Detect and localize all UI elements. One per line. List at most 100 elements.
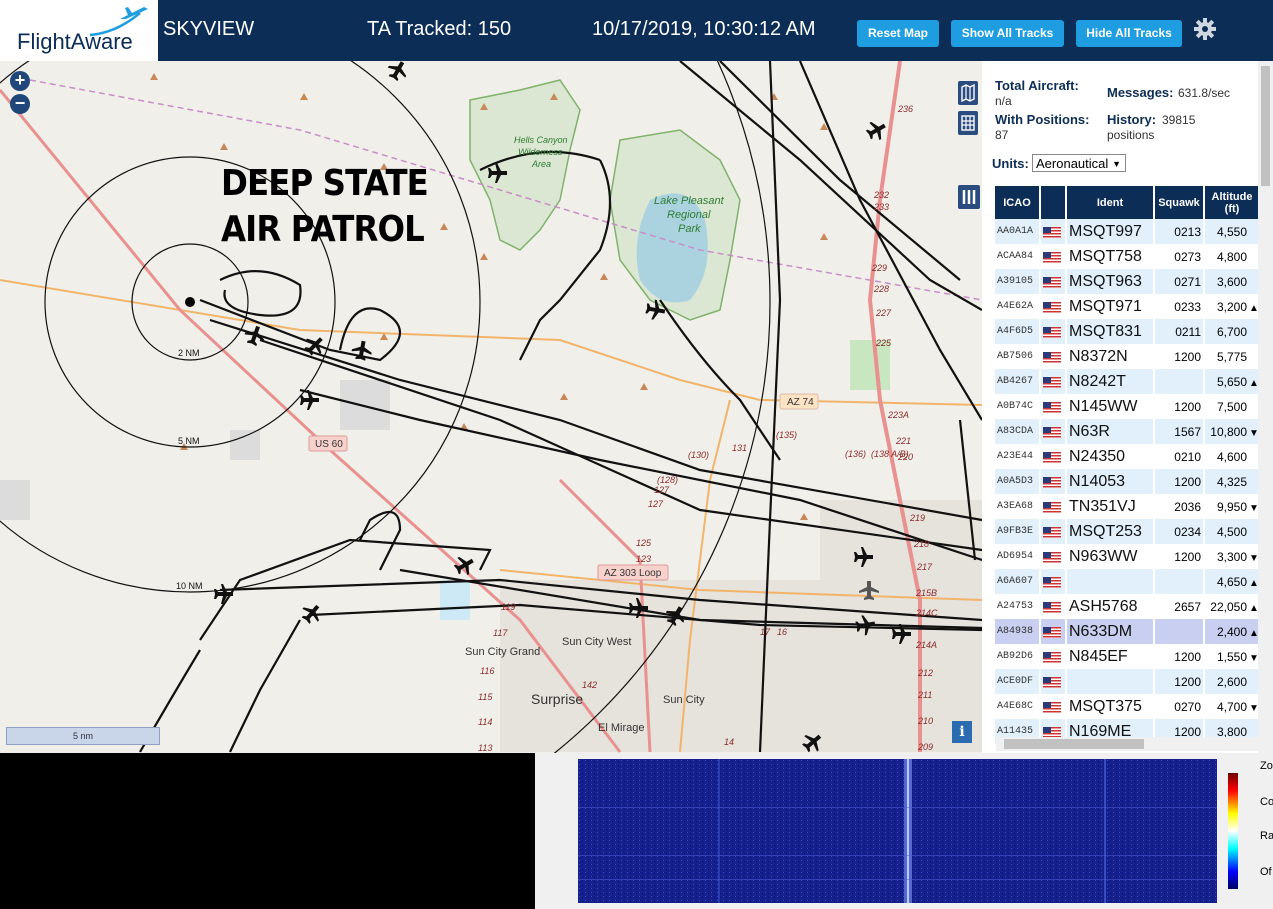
hide-all-tracks-button[interactable]: Hide All Tracks: [1076, 20, 1182, 47]
svg-text:AZ 74: AZ 74: [787, 397, 814, 408]
waterfall-color-scale: [1228, 773, 1238, 889]
cell-icao: AA0A1A: [995, 219, 1039, 244]
svg-text:Wilderness: Wilderness: [518, 147, 563, 157]
cell-squawk: [1155, 619, 1203, 644]
altitude-value: 4,600: [1216, 449, 1247, 464]
cell-ident: MSQT831: [1067, 319, 1153, 344]
scrollbar-thumb[interactable]: [1261, 66, 1270, 186]
us-flag-icon: [1043, 376, 1061, 388]
table-row[interactable]: AB4267 N8242T 5,650 ▲: [995, 369, 1259, 394]
svg-text:Sun City Grand: Sun City Grand: [465, 646, 540, 658]
cell-altitude: 3,600: [1205, 269, 1259, 294]
us-flag-icon: [1043, 401, 1061, 413]
table-row[interactable]: A4E68C MSQT375 0270 4,700 ▼: [995, 694, 1259, 719]
altitude-trend-icon: ▼: [1249, 502, 1259, 514]
cell-ident: N8242T: [1067, 369, 1153, 394]
chevron-down-icon: ▼: [1112, 159, 1121, 169]
svg-text:125: 125: [636, 538, 652, 548]
altitude-value: 5,775: [1216, 349, 1247, 364]
vertical-scrollbar[interactable]: [1258, 61, 1273, 753]
reset-map-button[interactable]: Reset Map: [857, 20, 939, 47]
table-row[interactable]: A39105 MSQT963 0271 3,600: [995, 269, 1259, 294]
cell-squawk: 0213: [1155, 219, 1203, 244]
svg-text:(138 A/B): (138 A/B): [871, 449, 909, 459]
svg-text:227: 227: [875, 308, 892, 318]
table-row[interactable]: A4E62A MSQT971 0233 3,200 ▲: [995, 294, 1259, 319]
altitude-value: 6,700: [1216, 324, 1247, 339]
cell-icao: A4F6D5: [995, 319, 1039, 344]
waterfall-display[interactable]: [578, 759, 1217, 903]
cell-altitude: 2,400 ▲: [1205, 619, 1259, 644]
table-row[interactable]: A0A5D3 N14053 1200 4,325: [995, 469, 1259, 494]
show-all-tracks-button[interactable]: Show All Tracks: [951, 20, 1064, 47]
col-header-ident[interactable]: Ident: [1067, 186, 1153, 219]
history-value: 39815: [1162, 113, 1196, 127]
altitude-trend-icon: ▼: [1249, 427, 1259, 439]
altitude-value: 4,500: [1216, 524, 1247, 539]
col-header-icao[interactable]: ICAO: [995, 186, 1039, 219]
table-row[interactable]: ACE0DF 1200 2,600: [995, 669, 1259, 694]
table-row[interactable]: A4F6D5 MSQT831 0211 6,700: [995, 319, 1259, 344]
cell-icao: A4E62A: [995, 294, 1039, 319]
units-label: Units:: [992, 156, 1029, 171]
svg-text:233: 233: [873, 202, 889, 212]
map-view[interactable]: 2 NM 5 NM 10 NM Hells Canyon Wilderness …: [0, 61, 982, 753]
table-row[interactable]: ACAA84 MSQT758 0273 4,800: [995, 244, 1259, 269]
cell-altitude: 2,600: [1205, 669, 1259, 694]
svg-text:119: 119: [501, 602, 515, 612]
cell-squawk: 2036: [1155, 494, 1203, 519]
zoom-out-button[interactable]: −: [10, 94, 30, 114]
cell-squawk: 0211: [1155, 319, 1203, 344]
table-row[interactable]: A23E44 N24350 0210 4,600: [995, 444, 1259, 469]
horizontal-scrollbar[interactable]: [996, 737, 1258, 751]
svg-text:232: 232: [873, 190, 889, 200]
table-row[interactable]: AA0A1A MSQT997 0213 4,550: [995, 219, 1259, 244]
flightaware-logo[interactable]: FlightAware: [0, 0, 158, 61]
cell-altitude: 22,050 ▲: [1205, 594, 1259, 619]
settings-gear-icon[interactable]: [1193, 17, 1217, 41]
zoom-in-button[interactable]: +: [10, 71, 30, 91]
table-row[interactable]: A0B74C N145WW 1200 7,500: [995, 394, 1259, 419]
units-select[interactable]: Aeronautical ▼: [1032, 154, 1126, 172]
svg-text:215B: 215B: [915, 588, 937, 598]
us-flag-icon: [1043, 476, 1061, 488]
svg-text:142: 142: [582, 680, 597, 690]
cell-altitude: 7,500: [1205, 394, 1259, 419]
table-row[interactable]: A3EA68 TN351VJ 2036 9,950 ▼: [995, 494, 1259, 519]
table-row[interactable]: A24753 ASH5768 2657 22,050 ▲: [995, 594, 1259, 619]
us-flag-icon: [1041, 619, 1065, 644]
cell-squawk: 0271: [1155, 269, 1203, 294]
cell-icao: A0A5D3: [995, 469, 1039, 494]
table-row[interactable]: AD6954 N963WW 1200 3,300 ▼: [995, 544, 1259, 569]
table-row[interactable]: A84938 N633DM 2,400 ▲: [995, 619, 1259, 644]
info-button[interactable]: i: [952, 721, 972, 743]
us-flag-icon: [1041, 494, 1065, 519]
cell-icao: A24753: [995, 594, 1039, 619]
aircraft-table-body: AA0A1A MSQT997 0213 4,550 ACAA84 MSQT758 0273 4…: [995, 219, 1259, 744]
svg-text:(128): (128): [657, 475, 678, 485]
logo-text: FlightAware: [17, 29, 133, 54]
table-row[interactable]: AB7506 N8372N 1200 5,775: [995, 344, 1259, 369]
table-row[interactable]: A6A607 4,650 ▲: [995, 569, 1259, 594]
svg-text:214A: 214A: [915, 640, 937, 650]
us-flag-icon: [1043, 676, 1061, 688]
grid-toggle-button[interactable]: [958, 111, 978, 135]
cell-altitude: 6,700: [1205, 319, 1259, 344]
cell-ident: MSQT375: [1067, 694, 1153, 719]
col-header-squawk[interactable]: Squawk: [1155, 186, 1203, 219]
col-header-flag[interactable]: [1041, 186, 1065, 219]
svg-text:116: 116: [480, 666, 494, 676]
svg-text:Area: Area: [531, 159, 551, 169]
urban-area: [340, 380, 390, 430]
us-flag-icon: [1041, 269, 1065, 294]
column-toggle-button[interactable]: [958, 185, 980, 209]
col-header-altitude[interactable]: Altitude (ft): [1205, 186, 1259, 219]
table-row[interactable]: AB92D6 N845EF 1200 1,550 ▼: [995, 644, 1259, 669]
cell-squawk: 2657: [1155, 594, 1203, 619]
cell-ident: N145WW: [1067, 394, 1153, 419]
map-layers-button[interactable]: [958, 81, 978, 105]
svg-text:Regional: Regional: [667, 209, 711, 221]
table-row[interactable]: A9FB3E MSQT253 0234 4,500: [995, 519, 1259, 544]
scrollbar-thumb[interactable]: [1004, 739, 1144, 749]
table-row[interactable]: A83CDA N63R 1567 10,800 ▼: [995, 419, 1259, 444]
